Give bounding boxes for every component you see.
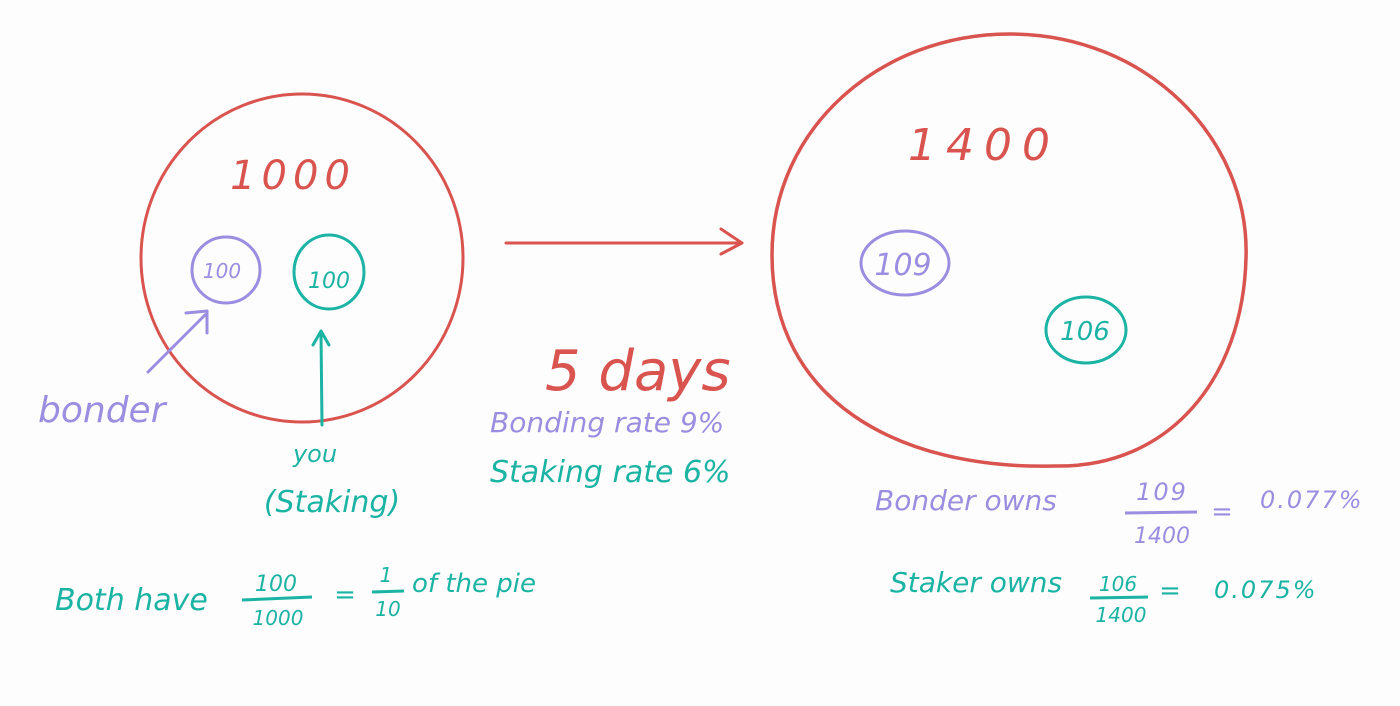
summary-frac2-den: 10	[375, 597, 400, 621]
bonder-arrow	[146, 313, 207, 374]
bonding-rate-label: Bonding rate 9%	[490, 406, 724, 439]
summary-equals: =	[334, 580, 356, 610]
bonder-amount: 100	[203, 259, 241, 283]
duration-label: 5 days	[545, 339, 731, 404]
staker-amount: 100	[308, 269, 350, 294]
staking-rate-label: Staking rate 6%	[490, 455, 731, 490]
summary-suffix: of the pie	[412, 569, 536, 599]
after-pie-circle	[770, 32, 1248, 468]
bonder-owns-value: 0.077%	[1260, 486, 1364, 514]
bonder-owns-bar	[1124, 510, 1198, 515]
you-arrow	[319, 331, 324, 427]
staker-owns-equals: =	[1159, 576, 1181, 606]
bonder-owns-den: 1400	[1134, 524, 1190, 549]
bonder-label: bonder	[38, 390, 168, 431]
summary-frac2-bar	[371, 589, 405, 594]
bonder-owns-equals: =	[1211, 497, 1233, 527]
staker-owns-den: 1400	[1096, 603, 1147, 627]
summary-frac2-num: 1	[380, 563, 393, 587]
staking-label: (Staking)	[264, 485, 400, 520]
after-bonder-amount: 109	[874, 248, 931, 283]
summary-frac1-bar	[241, 595, 313, 602]
before-total: 1000	[230, 153, 356, 199]
after-total: 1400	[908, 120, 1060, 171]
staker-owns-prefix: Staker owns	[890, 566, 1062, 599]
bonder-owns-prefix: Bonder owns	[875, 484, 1057, 517]
summary-frac1-den: 1000	[253, 606, 304, 630]
before-pie-circle	[139, 92, 465, 424]
staker-owns-bar	[1089, 595, 1149, 600]
summary-frac1-num: 100	[255, 572, 297, 597]
you-label: you	[292, 440, 337, 468]
summary-prefix: Both have	[55, 583, 208, 618]
staker-owns-value: 0.075%	[1214, 576, 1318, 604]
staker-owns-num: 106	[1099, 572, 1137, 596]
diagram-canvas: 1000 100 100 bonder you (Staking) Both h…	[38, 32, 1364, 630]
bonder-owns-num: 109	[1136, 478, 1188, 506]
after-staker-amount: 106	[1060, 317, 1110, 347]
